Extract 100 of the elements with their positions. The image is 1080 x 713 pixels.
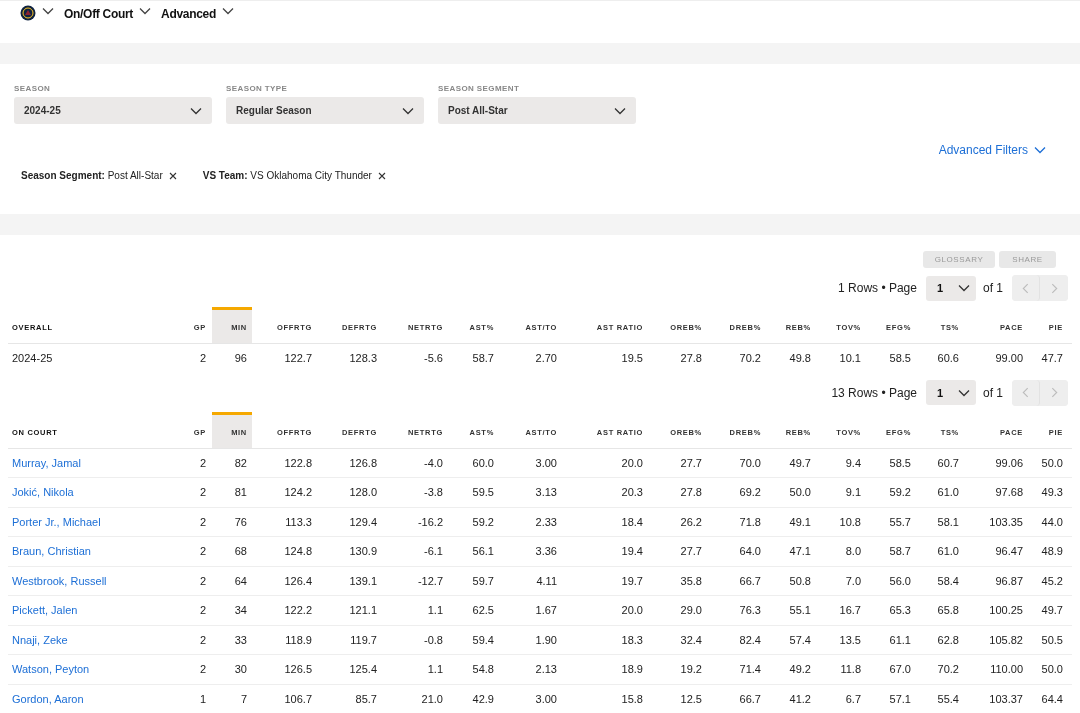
player-link[interactable]: Watson, Peyton [12,663,90,676]
table-cell: -5.6 [377,343,443,373]
table-cell: 124.2 [252,477,312,507]
table-cell: 55.7 [861,507,911,537]
table-cell: -3.8 [377,477,443,507]
table-cell: 110.00 [959,654,1023,684]
table-cell: 2 [182,477,212,507]
table-cell: 99.06 [959,448,1023,478]
table-cell: 55.1 [761,595,811,625]
table-cell: 45.2 [1023,566,1072,596]
player-link[interactable]: Pickett, Jalen [12,604,78,617]
table-cell: 71.4 [702,654,761,684]
table-cell: 49.2 [761,654,811,684]
table-cell: 62.8 [911,625,959,655]
table-cell: 100.25 [959,595,1023,625]
filter-select[interactable]: Post All-Star [438,97,636,124]
filter-label: SEASON [14,84,52,93]
table-cell: 16.7 [811,595,861,625]
table-cell: 59.7 [443,566,494,596]
table-cell: 122.2 [252,595,312,625]
table-cell: 119.7 [312,625,377,655]
table-cell: 66.7 [702,566,761,596]
table-cell: 2 [182,566,212,596]
table-cell: 2 [182,448,212,478]
player-link[interactable]: Westbrook, Russell [12,574,107,587]
nav-dropdown[interactable]: On/Off Court [64,7,134,21]
table-cell: 2 [182,536,212,566]
table-cell: 64.0 [702,536,761,566]
table-cell: 81 [212,477,252,507]
table-cell: 103.35 [959,507,1023,537]
table-cell: 58.7 [861,536,911,566]
filter-select[interactable]: 2024-25 [14,97,212,124]
chevron-left-icon [1022,387,1029,398]
table-cell: 19.7 [557,566,643,596]
chevron-down-icon [190,106,202,115]
table-cell: 61.1 [861,625,911,655]
table-cell: 59.2 [443,507,494,537]
table-cell: 18.3 [557,625,643,655]
table-cell: 6.7 [811,684,861,713]
table-cell: 122.8 [252,448,312,478]
table-cell: 21.0 [377,684,443,713]
table-cell: 71.8 [702,507,761,537]
table-cell: 56.1 [443,536,494,566]
table-cell: -4.0 [377,448,443,478]
player-link[interactable]: Murray, Jamal [12,456,81,469]
table-cell: 126.8 [312,448,377,478]
table-cell: 58.4 [911,566,959,596]
table-cell: 44.0 [1023,507,1072,537]
page-select[interactable]: 1 [926,275,976,301]
table-cell: 9.1 [811,477,861,507]
table-cell: 128.0 [312,477,377,507]
filter-select[interactable]: Regular Season [226,97,424,124]
table-cell: 113.3 [252,507,312,537]
page-select[interactable]: 1 [926,380,976,405]
player-link[interactable]: Porter Jr., Michael [12,515,101,528]
table-cell: -12.7 [377,566,443,596]
table-cell: 106.7 [252,684,312,713]
table-cell: -0.8 [377,625,443,655]
player-link[interactable]: Nnaji, Zeke [12,633,68,646]
table-cell: 68 [212,536,252,566]
table-cell: 2 [182,654,212,684]
advanced-filters-link[interactable]: Advanced Filters [938,143,1028,157]
table-cell: 2.70 [494,343,557,373]
player-link[interactable]: Jokić, Nikola [12,486,74,499]
table-cell: 103.37 [959,684,1023,713]
table-cell: 99.00 [959,343,1023,373]
table-cell: 2 [182,507,212,537]
close-icon[interactable] [377,171,386,180]
table-cell: 49.1 [761,507,811,537]
team-logo-icon[interactable] [20,5,36,21]
table-cell: 76.3 [702,595,761,625]
chevron-right-icon [1050,387,1058,398]
table-cell: 11.8 [811,654,861,684]
table-cell: 41.2 [761,684,811,713]
table-cell: 12.5 [643,684,702,713]
table-cell: 118.9 [252,625,312,655]
table-cell: 19.5 [557,343,643,373]
table-cell: 70.2 [911,654,959,684]
table-cell: 18.9 [557,654,643,684]
player-link[interactable]: Braun, Christian [12,545,91,558]
close-icon[interactable] [168,171,177,180]
table-cell: 10.8 [811,507,861,537]
chevron-down-icon [139,7,152,15]
table-cell: 35.8 [643,566,702,596]
table-cell: 19.2 [643,654,702,684]
player-link[interactable]: Gordon, Aaron [12,692,84,705]
table-cell: -16.2 [377,507,443,537]
table-cell: 122.7 [252,343,312,373]
previous-page-button[interactable] [1012,275,1040,301]
row-label: 2024-25 [12,352,53,365]
table-cell: 105.82 [959,625,1023,655]
table-cell: 130.9 [312,536,377,566]
nav-dropdown[interactable]: Advanced [161,7,216,21]
previous-page-button[interactable] [1012,379,1040,406]
chevron-down-icon [402,106,414,115]
table-cell: 1.1 [377,595,443,625]
chevron-down-icon [614,106,626,115]
table-cell: 126.4 [252,566,312,596]
table-cell: 76 [212,507,252,537]
table-cell: 64 [212,566,252,596]
